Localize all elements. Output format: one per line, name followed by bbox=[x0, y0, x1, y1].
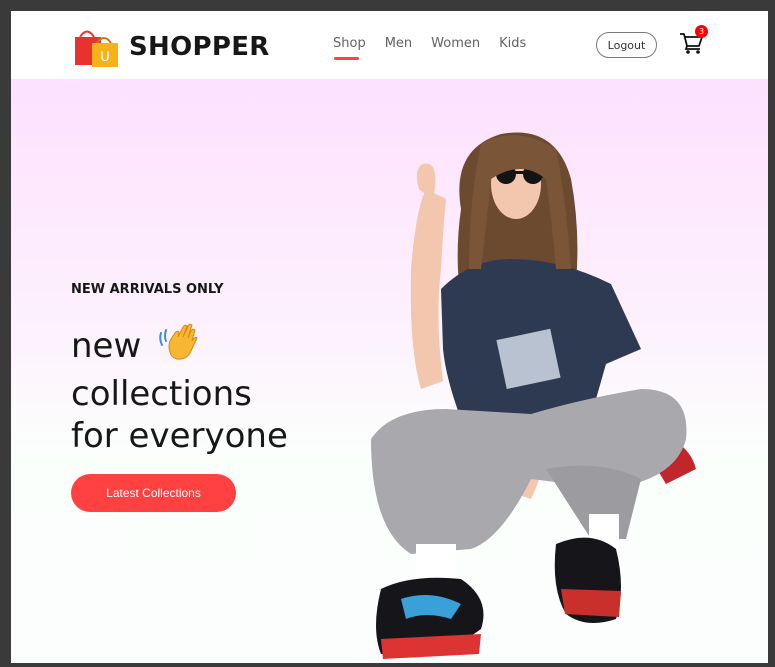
nav-menu: Shop Men Women Kids bbox=[333, 36, 545, 60]
svg-text:U: U bbox=[100, 50, 110, 65]
latest-collections-button[interactable]: Latest Collections bbox=[71, 474, 236, 512]
nav-item-kids[interactable]: Kids bbox=[499, 36, 526, 51]
nav-item-label: Kids bbox=[499, 36, 527, 51]
brand-logo[interactable]: U SHOPPER bbox=[73, 25, 270, 69]
hero-eyebrow: NEW ARRIVALS ONLY bbox=[71, 282, 224, 297]
brand-name: SHOPPER bbox=[129, 32, 270, 62]
active-nav-indicator bbox=[334, 57, 359, 60]
headline-line-2: collections bbox=[71, 374, 252, 414]
hero-headline: new collections for everyone bbox=[71, 319, 288, 457]
navbar: U SHOPPER Shop Men Women Kids Logout 3 bbox=[11, 11, 768, 79]
hero-section: NEW ARRIVALS ONLY new collections for ev… bbox=[11, 79, 768, 663]
browser-viewport: U SHOPPER Shop Men Women Kids Logout 3 N… bbox=[11, 11, 768, 663]
nav-item-label: Men bbox=[384, 36, 413, 51]
hero-model-image bbox=[351, 119, 721, 663]
cart-icon bbox=[679, 33, 705, 59]
headline-line-3: for everyone bbox=[71, 416, 288, 456]
nav-item-men[interactable]: Men bbox=[385, 36, 412, 51]
shopping-bag-logo-icon: U bbox=[73, 25, 119, 69]
nav-item-label: Shop bbox=[333, 36, 366, 51]
cart-count-badge: 3 bbox=[695, 25, 708, 38]
waving-hand-icon bbox=[157, 319, 201, 373]
nav-item-label: Women bbox=[431, 36, 481, 51]
logout-button[interactable]: Logout bbox=[596, 32, 657, 58]
cart-button[interactable]: 3 bbox=[679, 25, 708, 59]
nav-item-women[interactable]: Women bbox=[431, 36, 480, 51]
nav-item-shop[interactable]: Shop bbox=[333, 36, 366, 60]
headline-word-new: new bbox=[71, 326, 142, 366]
headline-line-1: new bbox=[71, 319, 288, 373]
